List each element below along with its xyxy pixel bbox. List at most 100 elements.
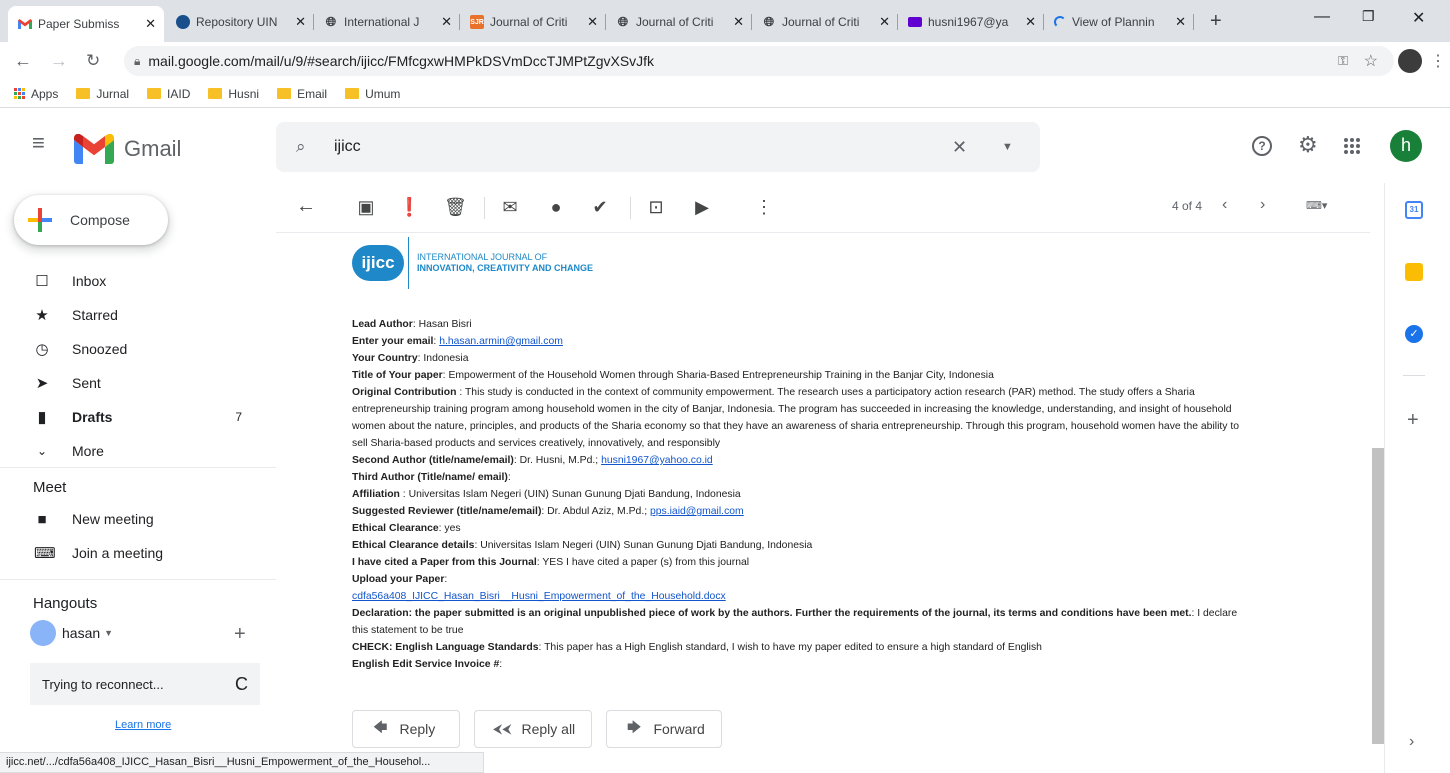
add-hangout-plus-icon[interactable]: + — [234, 623, 246, 646]
sidebar-item-starred[interactable]: ★ Starred — [0, 299, 262, 331]
clear-search-icon[interactable]: ✕ — [952, 137, 967, 158]
reload-icon[interactable]: ↻ — [86, 51, 100, 71]
close-tab-icon[interactable]: ✕ — [875, 14, 890, 30]
newer-chevron-icon[interactable]: ‹ — [1222, 196, 1227, 214]
password-key-icon[interactable]: ⚿ — [1338, 53, 1348, 69]
add-to-tasks-icon[interactable]: ✔︎ — [590, 197, 610, 218]
input-tools-icon[interactable]: ⌨▾ — [1306, 199, 1327, 212]
tab-repository-uin[interactable]: Repository UIN ✕ — [166, 6, 314, 38]
learn-more-link[interactable]: Learn more — [115, 719, 171, 731]
bookmark-folder-iaid[interactable]: IAID — [147, 87, 190, 101]
window-close-icon[interactable]: ✕ — [1412, 8, 1425, 28]
bookmarks-bar: Apps Jurnal IAID Husni Email Umum — [0, 80, 1450, 108]
archive-icon[interactable]: ▣ — [356, 197, 376, 218]
sidebar-item-inbox[interactable]: ☐ Inbox — [0, 265, 262, 297]
forward-arrow-icon[interactable]: → — [50, 51, 68, 72]
folder-icon — [345, 88, 360, 99]
search-input[interactable]: ijicc — [334, 138, 361, 156]
gmail-wordmark: Gmail — [124, 136, 182, 161]
sidebar-item-drafts[interactable]: ▮ Drafts 7 — [0, 401, 262, 433]
second-author-email-link[interactable]: husni1967@yahoo.co.id — [601, 455, 713, 466]
author-email-link[interactable]: h.hasan.armin@gmail.com — [439, 336, 563, 347]
back-arrow-icon[interactable]: ← — [14, 51, 32, 72]
second-author-row: Second Author (title/name/email): Dr. Hu… — [352, 455, 713, 466]
snooze-icon[interactable]: ● — [546, 197, 566, 218]
forward-button[interactable]: 🡆 Forward — [606, 710, 722, 748]
older-chevron-icon[interactable]: › — [1260, 196, 1265, 214]
tab-journal-critical-3[interactable]: 🌐︎ Journal of Criti ✕ — [752, 6, 898, 38]
message-scrollbar[interactable] — [1372, 448, 1384, 744]
new-tab-plus-icon[interactable]: + — [1210, 10, 1222, 33]
close-tab-icon[interactable]: ✕ — [729, 14, 744, 30]
minimize-icon[interactable]: — — [1314, 8, 1330, 26]
close-tab-icon[interactable]: ✕ — [437, 14, 452, 30]
contribution-line: entrepreneurship training program among … — [352, 404, 1232, 415]
bookmark-folder-husni[interactable]: Husni — [208, 87, 259, 101]
left-sidebar: Compose ☐ Inbox ★ Starred ◷ Snoozed ➤ Se… — [0, 183, 276, 753]
bookmark-star-icon[interactable]: ☆ — [1364, 51, 1378, 71]
delete-trash-icon[interactable]: 🗑︎ — [444, 197, 467, 218]
reply-all-button[interactable]: ⮜⮜ Reply all — [474, 710, 592, 748]
get-addons-plus-icon[interactable]: + — [1407, 409, 1419, 432]
sidebar-item-snoozed[interactable]: ◷ Snoozed — [0, 333, 262, 365]
tab-journal-critical-2[interactable]: 🌐︎ Journal of Criti ✕ — [606, 6, 752, 38]
more-options-icon[interactable]: ⋮ — [754, 197, 774, 218]
close-tab-icon[interactable]: ✕ — [141, 16, 156, 32]
folder-icon — [147, 88, 162, 99]
tab-yahoo-mail[interactable]: husni1967@ya ✕ — [898, 6, 1044, 38]
help-icon[interactable]: ? — [1252, 136, 1272, 156]
report-spam-icon[interactable]: ❗ — [398, 197, 420, 218]
bookmark-folder-umum[interactable]: Umum — [345, 87, 400, 101]
bookmark-folder-jurnal[interactable]: Jurnal — [76, 87, 129, 101]
close-tab-icon[interactable]: ✕ — [583, 14, 598, 30]
reply-button[interactable]: 🡄 Reply — [352, 710, 460, 748]
calendar-icon[interactable]: 31 — [1405, 201, 1423, 219]
url-text: mail.google.com/mail/u/9/#search/ijicc/F… — [148, 53, 655, 69]
reviewer-email-link[interactable]: pps.iaid@gmail.com — [650, 506, 744, 517]
tab-paper-submission[interactable]: Paper Submiss ✕ — [8, 6, 164, 42]
close-tab-icon[interactable]: ✕ — [1021, 14, 1036, 30]
paper-attachment-link[interactable]: cdfa56a408_IJICC_Hasan_Bisri__Husni_Empo… — [352, 591, 726, 602]
apps-grid-icon — [14, 88, 25, 99]
affiliation-row: Affiliation : Universitas Islam Negeri (… — [352, 489, 741, 500]
close-tab-icon[interactable]: ✕ — [1171, 14, 1186, 30]
compose-button[interactable]: Compose — [14, 195, 168, 245]
hangouts-user[interactable]: hasan ▼ — [30, 620, 113, 646]
search-icon[interactable]: ⌕ — [296, 137, 306, 157]
pagination-count: 4 of 4 — [1172, 199, 1203, 213]
move-to-icon[interactable]: ⊡ — [646, 197, 666, 218]
ijicc-logo-badge: ijicc — [352, 245, 404, 281]
restore-icon[interactable]: ❐ — [1362, 8, 1375, 25]
tab-journal-critical-1[interactable]: SJR Journal of Criti ✕ — [460, 6, 606, 38]
browser-menu-icon[interactable]: ⋮ — [1430, 51, 1446, 71]
show-side-panel-chevron-icon[interactable]: › — [1409, 733, 1414, 751]
join-meeting-item[interactable]: ⌨ Join a meeting — [0, 537, 262, 569]
third-author-row: Third Author (Title/name/ email): — [352, 472, 511, 483]
new-meeting-item[interactable]: ■ New meeting — [0, 503, 262, 535]
back-to-list-icon[interactable]: ← — [296, 195, 316, 218]
reconnect-refresh-icon[interactable]: C — [235, 674, 248, 695]
bookmark-apps[interactable]: Apps — [14, 87, 58, 101]
folder-icon — [277, 88, 292, 99]
profile-avatar[interactable] — [1398, 49, 1422, 73]
keep-icon[interactable] — [1405, 263, 1423, 281]
invoice-row: English Edit Service Invoice #: — [352, 659, 503, 670]
tab-international-journal[interactable]: 🌐︎ International J ✕ — [314, 6, 460, 38]
label-icon[interactable]: ▶ — [692, 197, 712, 218]
search-options-dropdown-icon[interactable]: ▼ — [1002, 141, 1013, 153]
message-toolbar: ← ▣ ❗ 🗑︎ ✉︎ ● ✔︎ ⊡ ▶ ⋮ 4 of 4 ‹ › ⌨▾ — [276, 183, 1370, 233]
bookmark-folder-email[interactable]: Email — [277, 87, 327, 101]
gmail-logo-icon[interactable] — [74, 133, 114, 169]
settings-gear-icon[interactable]: ⚙︎ — [1298, 132, 1318, 158]
sjr-icon: SJR — [470, 15, 484, 29]
main-menu-icon[interactable]: ≡ — [32, 132, 45, 154]
account-avatar[interactable]: h — [1390, 130, 1422, 162]
close-tab-icon[interactable]: ✕ — [291, 14, 306, 30]
mark-unread-icon[interactable]: ✉︎ — [500, 197, 520, 218]
tasks-icon[interactable]: ✓ — [1405, 325, 1423, 343]
google-apps-icon[interactable] — [1344, 138, 1360, 154]
sidebar-item-more[interactable]: ⌄ More — [0, 435, 262, 467]
address-bar[interactable]: 🔒︎ mail.google.com/mail/u/9/#search/ijic… — [124, 46, 1394, 76]
tab-view-of-planning[interactable]: View of Plannin ✕ — [1044, 6, 1194, 38]
sidebar-item-sent[interactable]: ➤ Sent — [0, 367, 262, 399]
